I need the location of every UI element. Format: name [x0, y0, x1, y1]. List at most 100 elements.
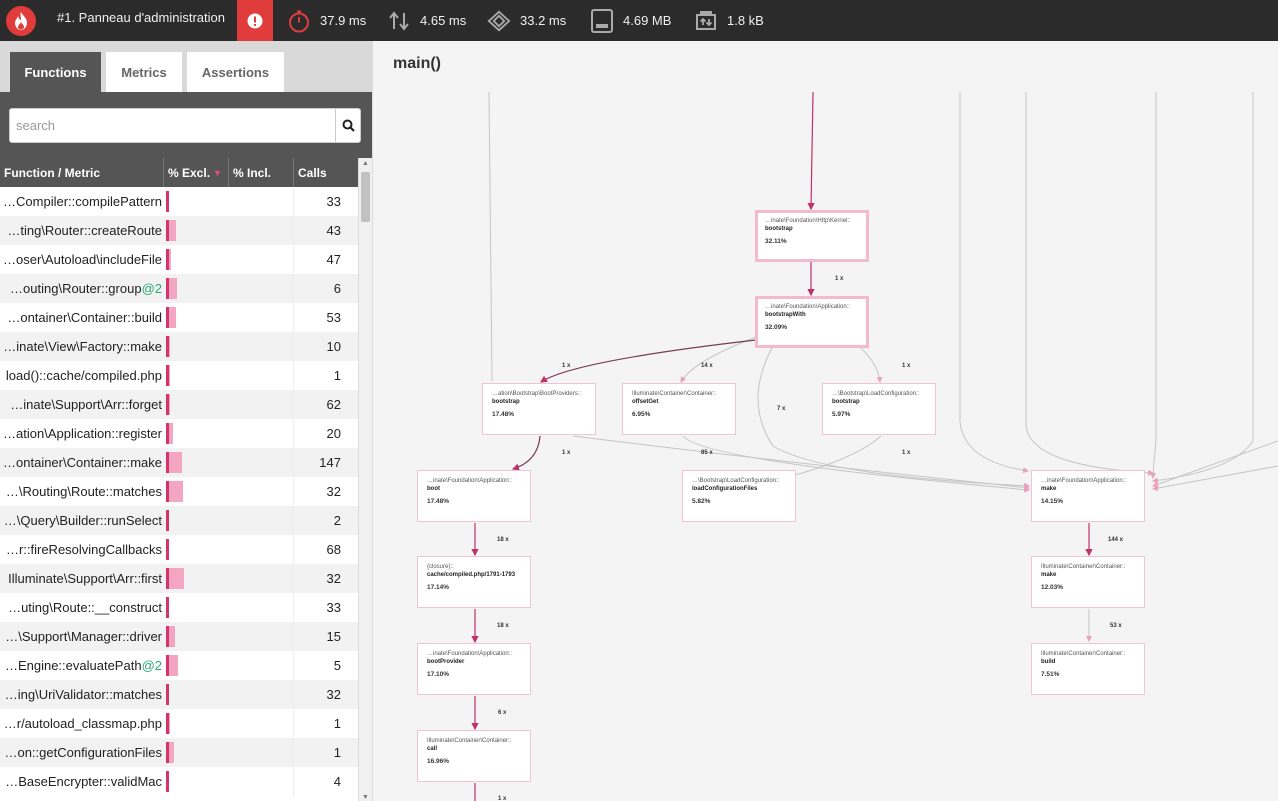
- column-label: Function / Metric: [4, 165, 100, 180]
- callgraph-node[interactable]: …inate\Foundation\Http\Kernel:: bootstra…: [755, 210, 869, 262]
- node-namespace: Illuminate\Container\Container::: [427, 738, 512, 744]
- top-bar: #1. Panneau d'administration 37.9 ms 4.6…: [0, 0, 1278, 41]
- calls-value: 62: [326, 397, 341, 412]
- table-row[interactable]: …\Routing\Route::matches 32: [0, 477, 358, 506]
- node-function: loadConfigurationFiles: [692, 486, 758, 492]
- callgraph-node[interactable]: …inate\Foundation\Application:: bootstra…: [755, 296, 869, 348]
- tab-assertions[interactable]: Assertions: [187, 52, 284, 92]
- scroll-thumb[interactable]: [361, 172, 370, 222]
- alert-icon: [247, 13, 263, 28]
- column-calls[interactable]: Calls: [294, 158, 358, 187]
- calls-value: 10: [326, 339, 341, 354]
- callgraph-node[interactable]: Illuminate\Container\Container:: call 16…: [417, 730, 531, 782]
- function-name-text: …outing\Router::group: [10, 281, 142, 296]
- column-label: Calls: [298, 165, 327, 180]
- metric-io-time[interactable]: 4.65 ms: [387, 0, 466, 41]
- calls-value: 6: [333, 281, 341, 296]
- column-incl[interactable]: % Incl.: [229, 158, 294, 187]
- metric-wall-time[interactable]: 37.9 ms: [287, 0, 366, 41]
- table-row[interactable]: …oser\Autoload\includeFile 47: [0, 245, 358, 274]
- sort-desc-icon: ▼: [213, 167, 222, 178]
- calls-value: 2: [333, 513, 341, 528]
- scroll-down-icon[interactable]: ▼: [362, 794, 369, 801]
- table-row[interactable]: …Engine::evaluatePath@2 5: [0, 651, 358, 680]
- function-name-text: …ing\UriValidator::matches: [4, 687, 162, 702]
- profile-title[interactable]: #1. Panneau d'administration: [57, 10, 225, 25]
- table-row[interactable]: …\Query\Builder::runSelect 2: [0, 506, 358, 535]
- table-row[interactable]: …uting\Route::__construct 33: [0, 593, 358, 622]
- recursion-suffix: @2: [141, 281, 162, 296]
- node-function: offsetGet: [632, 399, 659, 405]
- calls-value: 43: [326, 223, 341, 238]
- node-namespace: …inate\Foundation\Application::: [427, 651, 513, 657]
- node-namespace: {closure}::: [427, 564, 454, 570]
- metric-memory[interactable]: 4.69 MB: [590, 0, 671, 41]
- search-input[interactable]: [10, 109, 336, 142]
- table-row[interactable]: …ting\Router::createRoute 43: [0, 216, 358, 245]
- metric-value: 4.69 MB: [623, 13, 672, 28]
- table-row[interactable]: …ontainer\Container::build 53: [0, 303, 358, 332]
- function-name: …r/autoload_classmap.php: [0, 709, 162, 738]
- edge-label: 6 x: [498, 710, 507, 716]
- table-scrollbar[interactable]: ▲ ▼: [358, 158, 372, 801]
- table-row[interactable]: …inate\Support\Arr::forget 62: [0, 390, 358, 419]
- alert-button[interactable]: [237, 0, 273, 41]
- column-function[interactable]: Function / Metric: [0, 158, 164, 187]
- metric-value: 37.9 ms: [320, 13, 367, 28]
- table-row[interactable]: …Compiler::compilePattern 33: [0, 187, 358, 216]
- excl-bar: [166, 568, 184, 589]
- node-function: make: [1041, 486, 1057, 492]
- table-row[interactable]: …outing\Router::group@2 6: [0, 274, 358, 303]
- edge-label: 18 x: [497, 623, 509, 629]
- table-row[interactable]: …ation\Application::register 20: [0, 419, 358, 448]
- excl-bar: [166, 510, 169, 531]
- table-row[interactable]: …r/autoload_classmap.php 1: [0, 709, 358, 738]
- graph-edge: [1152, 92, 1254, 484]
- function-name: …ing\UriValidator::matches: [0, 680, 162, 709]
- callgraph-node[interactable]: …\Bootstrap\LoadConfiguration:: bootstra…: [822, 383, 936, 435]
- node-function: call: [427, 746, 438, 752]
- column-excl[interactable]: % Excl. ▼: [164, 158, 229, 187]
- function-name: …inate\Support\Arr::forget: [0, 390, 162, 419]
- edge-label: 1 x: [562, 450, 571, 456]
- table-row[interactable]: …ing\UriValidator::matches 32: [0, 680, 358, 709]
- tab-functions[interactable]: Functions: [10, 52, 101, 92]
- callgraph-node[interactable]: …inate\Foundation\Application:: boot 17.…: [417, 470, 531, 522]
- graph-edge: [1152, 465, 1278, 492]
- calls-value: 33: [326, 600, 341, 615]
- table-row[interactable]: …r::fireResolvingCallbacks 68: [0, 535, 358, 564]
- excl-bar: [166, 307, 176, 328]
- metric-cpu-time[interactable]: 33.2 ms: [487, 0, 566, 41]
- callgraph-node[interactable]: …\Bootstrap\LoadConfiguration:: loadConf…: [682, 470, 796, 522]
- callgraph-node[interactable]: Illuminate\Container\Container:: make 12…: [1031, 556, 1145, 608]
- metric-network[interactable]: 1.8 kB: [694, 0, 764, 41]
- graph-edge: [1025, 92, 1154, 476]
- scroll-up-icon[interactable]: ▲: [362, 160, 369, 167]
- edge-label: 1 x: [835, 276, 844, 282]
- table-row[interactable]: …\Support\Manager::driver 15: [0, 622, 358, 651]
- tabs-bar: Functions Metrics Assertions: [0, 41, 372, 92]
- node-function: bootstrapWith: [765, 312, 806, 318]
- edge-label: 1 x: [902, 450, 911, 456]
- table-row[interactable]: …inate\View\Factory::make 10: [0, 332, 358, 361]
- excl-bar: [166, 220, 176, 241]
- node-percent: 5.97%: [832, 411, 851, 418]
- table-row[interactable]: …ontainer\Container::make 147: [0, 448, 358, 477]
- metric-value: 33.2 ms: [520, 13, 567, 28]
- callgraph-node[interactable]: Illuminate\Container\Container:: build 7…: [1031, 643, 1145, 695]
- table-row[interactable]: load()::cache/compiled.php 1: [0, 361, 358, 390]
- table-row[interactable]: …BaseEncrypter::validMac 4: [0, 767, 358, 796]
- tab-metrics[interactable]: Metrics: [106, 52, 182, 92]
- logo[interactable]: [0, 0, 41, 41]
- callgraph-node[interactable]: …ation\Bootstrap\BootProviders:: bootstr…: [482, 383, 596, 435]
- table-row[interactable]: …on::getConfigurationFiles 1: [0, 738, 358, 767]
- node-namespace: …inate\Foundation\Application::: [1041, 478, 1127, 484]
- callgraph-node[interactable]: …inate\Foundation\Application:: make 14.…: [1031, 470, 1145, 522]
- table-row[interactable]: Illuminate\Support\Arr::first 32: [0, 564, 358, 593]
- callgraph-node[interactable]: …inate\Foundation\Application:: bootProv…: [417, 643, 531, 695]
- callgraph-panel: main() …inate\Foundation\Http\Kernel:: b…: [373, 41, 1278, 801]
- search-button[interactable]: [335, 109, 360, 142]
- callgraph-node[interactable]: Illuminate\Container\Container:: offsetG…: [622, 383, 736, 435]
- function-name: load()::cache/compiled.php: [0, 361, 162, 390]
- callgraph-node[interactable]: {closure}:: cache/compiled.php/1791-1793…: [417, 556, 531, 608]
